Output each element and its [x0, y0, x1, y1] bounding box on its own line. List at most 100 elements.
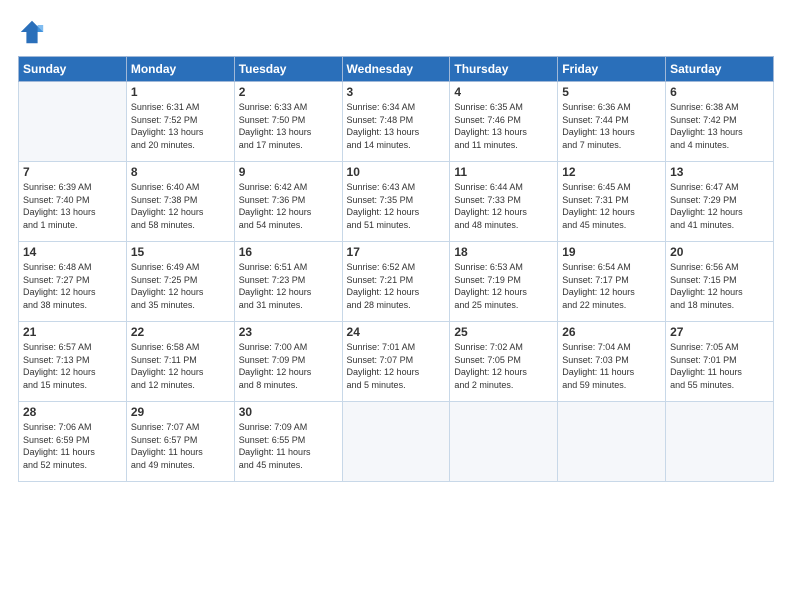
logo: [18, 18, 48, 46]
day-cell: 5Sunrise: 6:36 AM Sunset: 7:44 PM Daylig…: [558, 82, 666, 162]
day-number: 20: [670, 245, 769, 259]
day-cell: 27Sunrise: 7:05 AM Sunset: 7:01 PM Dayli…: [666, 322, 774, 402]
day-number: 1: [131, 85, 230, 99]
day-info: Sunrise: 6:31 AM Sunset: 7:52 PM Dayligh…: [131, 101, 230, 151]
day-info: Sunrise: 6:51 AM Sunset: 7:23 PM Dayligh…: [239, 261, 338, 311]
day-info: Sunrise: 7:09 AM Sunset: 6:55 PM Dayligh…: [239, 421, 338, 471]
day-cell: 20 Sunrise: 6:56 AM Sunset: 7:15 PM Dayli…: [666, 242, 774, 322]
day-cell: 19Sunrise: 6:54 AM Sunset: 7:17 PM Dayli…: [558, 242, 666, 322]
day-cell: 8 Sunrise: 6:40 AM Sunset: 7:38 PM Daylig…: [126, 162, 234, 242]
day-number: 9: [239, 165, 338, 179]
day-cell: 1 Sunrise: 6:31 AM Sunset: 7:52 PM Daylig…: [126, 82, 234, 162]
day-number: 29: [131, 405, 230, 419]
day-info: Sunrise: 6:34 AM Sunset: 7:48 PM Dayligh…: [347, 101, 446, 151]
day-number: 3: [347, 85, 446, 99]
day-cell: 17 Sunrise: 6:52 AM Sunset: 7:21 PM Dayli…: [342, 242, 450, 322]
day-cell: 28Sunrise: 7:06 AM Sunset: 6:59 PM Dayli…: [19, 402, 127, 482]
day-info: Sunrise: 6:52 AM Sunset: 7:21 PM Dayligh…: [347, 261, 446, 311]
day-number: 7: [23, 165, 122, 179]
day-cell: 2 Sunrise: 6:33 AM Sunset: 7:50 PM Daylig…: [234, 82, 342, 162]
day-number: 17: [347, 245, 446, 259]
day-info: Sunrise: 6:56 AM Sunset: 7:15 PM Dayligh…: [670, 261, 769, 311]
day-number: 30: [239, 405, 338, 419]
day-info: Sunrise: 6:39 AM Sunset: 7:40 PM Dayligh…: [23, 181, 122, 231]
day-number: 2: [239, 85, 338, 99]
day-info: Sunrise: 7:00 AM Sunset: 7:09 PM Dayligh…: [239, 341, 338, 391]
day-cell: 23 Sunrise: 7:00 AM Sunset: 7:09 PM Dayli…: [234, 322, 342, 402]
day-number: 13: [670, 165, 769, 179]
day-number: 12: [562, 165, 661, 179]
day-info: Sunrise: 6:48 AM Sunset: 7:27 PM Dayligh…: [23, 261, 122, 311]
weekday-header-tuesday: Tuesday: [234, 57, 342, 82]
weekday-header-friday: Friday: [558, 57, 666, 82]
day-number: 27: [670, 325, 769, 339]
day-cell: 21Sunrise: 6:57 AM Sunset: 7:13 PM Dayli…: [19, 322, 127, 402]
week-row-1: 7 Sunrise: 6:39 AM Sunset: 7:40 PM Daylig…: [19, 162, 774, 242]
day-cell: 9 Sunrise: 6:42 AM Sunset: 7:36 PM Daylig…: [234, 162, 342, 242]
weekday-header-sunday: Sunday: [19, 57, 127, 82]
page: SundayMondayTuesdayWednesdayThursdayFrid…: [0, 0, 792, 612]
day-info: Sunrise: 6:36 AM Sunset: 7:44 PM Dayligh…: [562, 101, 661, 151]
day-info: Sunrise: 6:38 AM Sunset: 7:42 PM Dayligh…: [670, 101, 769, 151]
day-number: 8: [131, 165, 230, 179]
week-row-3: 21Sunrise: 6:57 AM Sunset: 7:13 PM Dayli…: [19, 322, 774, 402]
day-cell: 13 Sunrise: 6:47 AM Sunset: 7:29 PM Dayli…: [666, 162, 774, 242]
day-info: Sunrise: 6:45 AM Sunset: 7:31 PM Dayligh…: [562, 181, 661, 231]
day-cell: 30 Sunrise: 7:09 AM Sunset: 6:55 PM Dayli…: [234, 402, 342, 482]
day-cell: [450, 402, 558, 482]
day-info: Sunrise: 7:06 AM Sunset: 6:59 PM Dayligh…: [23, 421, 122, 471]
header: [18, 18, 774, 46]
calendar-table: SundayMondayTuesdayWednesdayThursdayFrid…: [18, 56, 774, 482]
day-info: Sunrise: 7:01 AM Sunset: 7:07 PM Dayligh…: [347, 341, 446, 391]
day-number: 10: [347, 165, 446, 179]
day-cell: [342, 402, 450, 482]
day-cell: 6 Sunrise: 6:38 AM Sunset: 7:42 PM Daylig…: [666, 82, 774, 162]
day-info: Sunrise: 6:47 AM Sunset: 7:29 PM Dayligh…: [670, 181, 769, 231]
day-number: 16: [239, 245, 338, 259]
week-row-2: 14 Sunrise: 6:48 AM Sunset: 7:27 PM Dayli…: [19, 242, 774, 322]
day-cell: 7 Sunrise: 6:39 AM Sunset: 7:40 PM Daylig…: [19, 162, 127, 242]
week-row-4: 28Sunrise: 7:06 AM Sunset: 6:59 PM Dayli…: [19, 402, 774, 482]
day-number: 14: [23, 245, 122, 259]
day-info: Sunrise: 6:33 AM Sunset: 7:50 PM Dayligh…: [239, 101, 338, 151]
day-cell: 25 Sunrise: 7:02 AM Sunset: 7:05 PM Dayli…: [450, 322, 558, 402]
day-cell: 11Sunrise: 6:44 AM Sunset: 7:33 PM Dayli…: [450, 162, 558, 242]
day-cell: [19, 82, 127, 162]
day-info: Sunrise: 6:49 AM Sunset: 7:25 PM Dayligh…: [131, 261, 230, 311]
day-info: Sunrise: 6:42 AM Sunset: 7:36 PM Dayligh…: [239, 181, 338, 231]
week-row-0: 1 Sunrise: 6:31 AM Sunset: 7:52 PM Daylig…: [19, 82, 774, 162]
weekday-header-thursday: Thursday: [450, 57, 558, 82]
day-cell: 12 Sunrise: 6:45 AM Sunset: 7:31 PM Dayli…: [558, 162, 666, 242]
day-cell: 22 Sunrise: 6:58 AM Sunset: 7:11 PM Dayli…: [126, 322, 234, 402]
day-info: Sunrise: 6:35 AM Sunset: 7:46 PM Dayligh…: [454, 101, 553, 151]
day-number: 4: [454, 85, 553, 99]
day-info: Sunrise: 6:58 AM Sunset: 7:11 PM Dayligh…: [131, 341, 230, 391]
day-number: 22: [131, 325, 230, 339]
logo-icon: [18, 18, 46, 46]
day-cell: 14 Sunrise: 6:48 AM Sunset: 7:27 PM Dayli…: [19, 242, 127, 322]
day-cell: 18 Sunrise: 6:53 AM Sunset: 7:19 PM Dayli…: [450, 242, 558, 322]
day-cell: 29Sunrise: 7:07 AM Sunset: 6:57 PM Dayli…: [126, 402, 234, 482]
day-cell: [666, 402, 774, 482]
day-number: 19: [562, 245, 661, 259]
day-number: 25: [454, 325, 553, 339]
day-info: Sunrise: 6:40 AM Sunset: 7:38 PM Dayligh…: [131, 181, 230, 231]
weekday-header-saturday: Saturday: [666, 57, 774, 82]
day-cell: 4 Sunrise: 6:35 AM Sunset: 7:46 PM Daylig…: [450, 82, 558, 162]
weekday-header-wednesday: Wednesday: [342, 57, 450, 82]
day-info: Sunrise: 6:57 AM Sunset: 7:13 PM Dayligh…: [23, 341, 122, 391]
day-info: Sunrise: 6:53 AM Sunset: 7:19 PM Dayligh…: [454, 261, 553, 311]
day-number: 18: [454, 245, 553, 259]
day-info: Sunrise: 7:02 AM Sunset: 7:05 PM Dayligh…: [454, 341, 553, 391]
day-cell: [558, 402, 666, 482]
day-number: 11: [454, 165, 553, 179]
day-cell: 3 Sunrise: 6:34 AM Sunset: 7:48 PM Daylig…: [342, 82, 450, 162]
day-cell: 24Sunrise: 7:01 AM Sunset: 7:07 PM Dayli…: [342, 322, 450, 402]
day-number: 23: [239, 325, 338, 339]
day-cell: 26 Sunrise: 7:04 AM Sunset: 7:03 PM Dayli…: [558, 322, 666, 402]
day-cell: 15Sunrise: 6:49 AM Sunset: 7:25 PM Dayli…: [126, 242, 234, 322]
day-info: Sunrise: 7:04 AM Sunset: 7:03 PM Dayligh…: [562, 341, 661, 391]
weekday-header-monday: Monday: [126, 57, 234, 82]
day-number: 6: [670, 85, 769, 99]
day-number: 26: [562, 325, 661, 339]
